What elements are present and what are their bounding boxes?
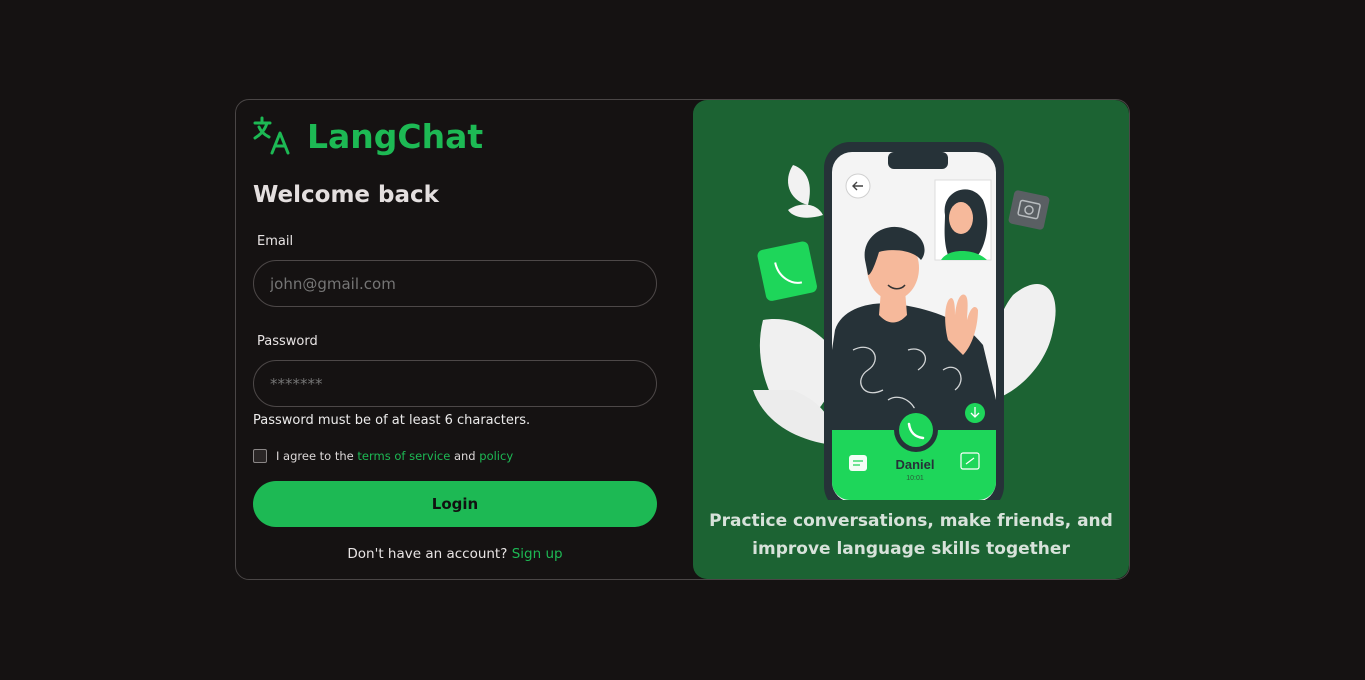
leaf-left-icon (753, 319, 835, 445)
phone-icon (824, 142, 1004, 500)
leaf-top-icon (788, 165, 823, 218)
translate-icon (253, 116, 290, 155)
phone-card-icon (757, 241, 817, 301)
agree-checkbox[interactable] (253, 449, 267, 463)
signup-link[interactable]: Sign up (512, 546, 563, 562)
brand-name: LangChat (307, 116, 484, 156)
signup-row: Don't have an account? Sign up (236, 546, 674, 562)
policy-link[interactable]: policy (479, 449, 513, 463)
login-panel: LangChat Welcome back Email Password Pas… (236, 100, 694, 579)
promo-panel: Daniel 10:01 Practice conversations, mak… (693, 100, 1129, 579)
caller-name: Daniel (895, 457, 934, 472)
page-title: Welcome back (253, 182, 439, 208)
caller-sub: 10:01 (906, 475, 924, 482)
video-call-illustration: Daniel 10:01 (753, 142, 1056, 500)
agree-and: and (453, 449, 476, 463)
password-field[interactable] (253, 360, 657, 407)
brand: LangChat (253, 116, 483, 156)
password-label: Password (257, 334, 318, 349)
password-hint: Password must be of at least 6 character… (253, 413, 531, 428)
camera-card-icon (1008, 190, 1050, 230)
login-button[interactable]: Login (253, 481, 657, 527)
terms-link[interactable]: terms of service (357, 449, 450, 463)
email-label: Email (257, 234, 294, 249)
email-field[interactable] (253, 260, 657, 307)
agree-prefix: I agree to the (276, 449, 354, 463)
terms-agreement: I agree to the terms of service and poli… (253, 449, 513, 463)
signup-prompt: Don't have an account? (347, 546, 508, 562)
login-card: LangChat Welcome back Email Password Pas… (235, 99, 1130, 580)
promo-tagline: Practice conversations, make friends, an… (709, 511, 1113, 559)
